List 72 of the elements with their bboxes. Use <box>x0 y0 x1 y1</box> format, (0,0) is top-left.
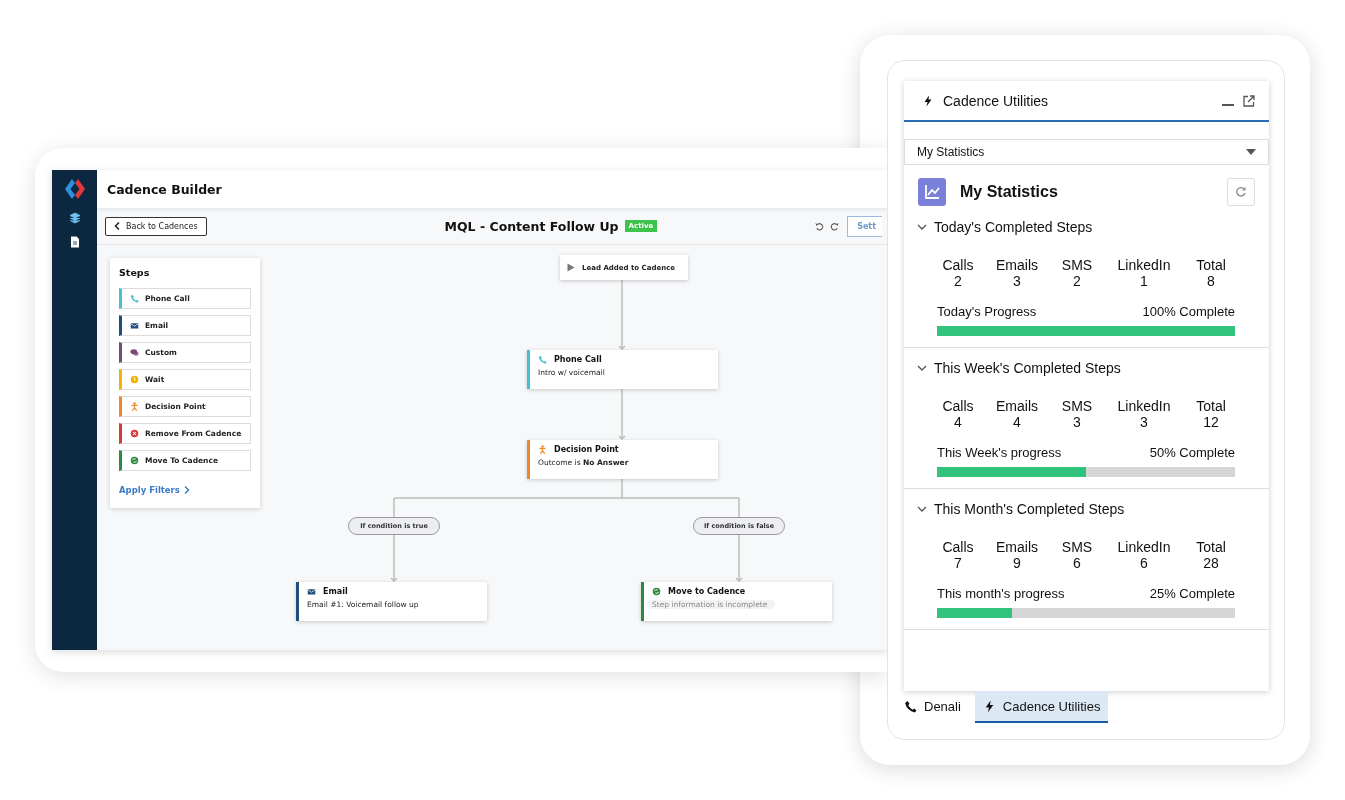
stat-value: 4 <box>953 414 963 430</box>
node-title: Phone Call <box>554 355 602 364</box>
node-title: Email <box>323 587 348 596</box>
connector-line <box>618 388 626 441</box>
stat-value: 3 <box>1012 273 1022 289</box>
progress-label: This Week's progress <box>937 445 1062 460</box>
chevron-left-icon <box>114 222 120 230</box>
cadence-name: MQL - Content Follow Up <box>444 218 619 234</box>
caret-down-icon <box>1246 149 1256 155</box>
chevron-right-icon <box>183 486 190 494</box>
progress-label: This month's progress <box>937 586 1065 601</box>
card-title: My Statistics <box>960 183 1059 201</box>
stat-value: 28 <box>1202 555 1220 571</box>
stat-value: 3 <box>1139 414 1149 430</box>
panel-title: Cadence Utilities <box>943 92 1050 109</box>
stat-label: SMS <box>1060 539 1094 555</box>
line-chart-icon <box>918 178 946 206</box>
progress-label: Today's Progress <box>937 304 1037 319</box>
stat-label: Total <box>1195 257 1227 273</box>
stat-label: Emails <box>995 398 1039 414</box>
statistics-dropdown[interactable]: My Statistics <box>904 139 1269 165</box>
stat-value: 7 <box>953 555 963 571</box>
connector-line <box>390 534 398 583</box>
progress-reading: 50% Complete <box>1149 445 1235 460</box>
stat-value: 4 <box>1012 414 1022 430</box>
stat-label: SMS <box>1060 398 1094 414</box>
progress-reading: 100% Complete <box>1142 304 1235 319</box>
stat-value: 8 <box>1206 273 1216 289</box>
stat-label: SMS <box>1060 257 1094 273</box>
stat-label: Total <box>1195 539 1227 555</box>
stat-label: Total <box>1195 398 1227 414</box>
panel-title: Steps <box>119 267 151 278</box>
stat-label: Emails <box>995 539 1039 555</box>
document-icon[interactable] <box>69 236 80 248</box>
stat-value: 6 <box>1072 555 1082 571</box>
stat-label: Calls <box>941 398 975 414</box>
page-title: Cadence Builder <box>107 181 222 197</box>
phone-icon <box>904 699 917 713</box>
undo-icon[interactable] <box>815 221 825 231</box>
layers-icon[interactable] <box>68 212 81 224</box>
section-title: Today's Completed Steps <box>934 219 1093 235</box>
popout-icon[interactable] <box>1243 94 1255 107</box>
lightning-icon <box>922 94 934 107</box>
stat-label: LinkedIn <box>1116 539 1172 555</box>
stat-label: LinkedIn <box>1116 398 1172 414</box>
play-icon <box>567 263 575 272</box>
logo-icon <box>62 178 87 200</box>
section-title: This Month's Completed Steps <box>934 501 1125 517</box>
utility-tab[interactable]: Cadence Utilities <box>974 691 1109 723</box>
stat-value: 2 <box>953 273 963 289</box>
stat-value: 3 <box>1072 414 1082 430</box>
node-title: Decision Point <box>554 445 619 454</box>
connector-line <box>735 534 743 583</box>
redo-icon[interactable] <box>830 221 840 231</box>
node-title: Move to Cadence <box>668 587 746 596</box>
stat-value: 12 <box>1202 414 1220 430</box>
progress-reading: 25% Complete <box>1149 586 1235 601</box>
refresh-button[interactable] <box>1227 178 1255 206</box>
apply-filters-link[interactable]: Apply Filters <box>119 485 190 495</box>
stat-value: 1 <box>1139 273 1149 289</box>
stat-value: 9 <box>1012 555 1022 571</box>
stat-label: Calls <box>941 257 975 273</box>
stat-value: 6 <box>1139 555 1149 571</box>
stat-label: Emails <box>995 257 1039 273</box>
refresh-icon <box>1235 186 1247 198</box>
back-button[interactable]: Back to Cadences <box>105 216 207 236</box>
stat-label: LinkedIn <box>1116 257 1172 273</box>
section-title: This Week's Completed Steps <box>934 360 1121 376</box>
stat-value: 2 <box>1072 273 1082 289</box>
utility-tab[interactable]: Denali <box>896 691 969 723</box>
stat-label: Calls <box>941 539 975 555</box>
connector-line <box>618 279 626 351</box>
